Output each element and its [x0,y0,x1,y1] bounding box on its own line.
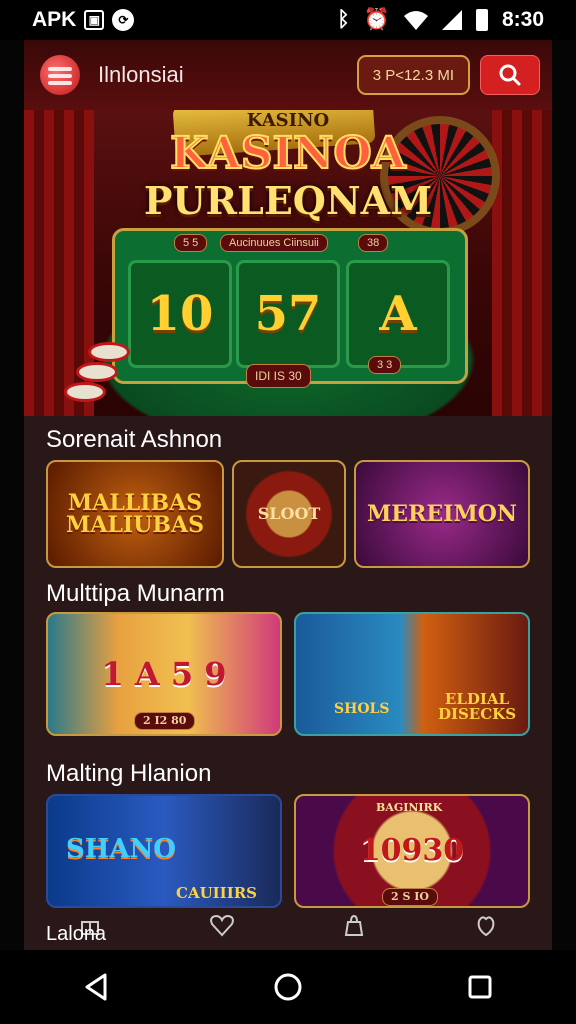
game-card-label: 10930 [359,833,465,868]
image-icon: ▣ [84,10,105,30]
game-card-roulette[interactable]: BAGINIRK 10930 2 S IO [294,794,530,908]
game-card-slots[interactable]: 1 A 5 9 2 I2 80 [46,612,282,736]
heart-icon [210,914,234,937]
game-card-label: MALLIBAS MALIUBAS [66,490,204,538]
hero-pill-left: 5 5 [174,234,208,252]
nav-shop[interactable] [324,905,384,945]
slot-card-1[interactable]: 10 [128,260,232,368]
bag-icon [344,914,364,936]
app-title: Ilnlonsiai [98,62,184,87]
casino-chip [64,382,106,402]
search-icon [499,64,521,86]
recents-icon [468,975,492,999]
game-card-label: SLOOT [257,504,321,523]
home-button[interactable] [258,957,318,1017]
status-time: 8:30 [501,8,544,31]
game-card-label: SHANO [66,834,176,864]
hero-small-pill: 3 3 [368,356,402,374]
status-app-label: APK [32,8,77,31]
wallet-icon [477,916,495,937]
status-left: APK ▣ ⟳ [32,8,135,32]
hero-play-button[interactable]: IDI IS 30 [246,364,311,388]
back-icon [85,973,107,1001]
alarm-icon: ⏰ [363,8,390,31]
casino-chip [88,342,130,362]
game-card-label: SHOLS [334,701,390,717]
app-logo[interactable] [40,55,80,95]
hero-title: KASINOA [169,127,407,180]
status-bar: APK ▣ ⟳ ᛒ ⏰ 8:30 [0,0,576,40]
bottom-nav-label: Lalona [46,923,107,945]
battery-icon [475,9,488,31]
game-card-label: MEREIMON [366,501,518,527]
game-card-shano[interactable]: SHANO CAUIIIRS [46,794,282,908]
recents-button[interactable] [450,957,510,1017]
slot-card-3[interactable]: A [346,260,450,368]
section-title-3: Malting Hlanion [46,760,212,787]
balance-badge[interactable]: 3 P<12.3 MI [356,55,470,95]
search-button[interactable] [480,55,540,95]
home-icon [274,973,302,1001]
casino-app: Ilnlonsiai 3 P<12.3 MI KASINO KASINOA PU… [24,40,552,950]
game-card-top-label: BAGINIRK [376,801,443,814]
hero-banner[interactable]: KASINO KASINOA PURLEQNAM 5 5 Aucinuues C… [24,110,552,416]
game-card-mereimon[interactable]: MEREIMON [354,460,530,568]
game-card-social-dusecks[interactable]: SHOLS ELDIAL DISECKS [294,612,530,736]
game-card-label-2: CAUIIIRS [176,884,258,902]
game-card-sloot[interactable]: SLOOT [232,460,346,568]
app-header: Ilnlonsiai 3 P<12.3 MI [24,40,552,110]
nav-favorites[interactable] [192,905,252,945]
casino-chip [76,362,118,382]
wifi-icon [403,11,428,30]
hero-pill-center: Aucinuues Ciinsuii [220,234,328,252]
android-nav-bar [0,950,576,1024]
game-card-label-2: ELDIAL DISECKS [437,690,517,723]
bluetooth-icon: ᛒ [337,8,350,31]
hero-subtitle: PURLEQNAM [143,178,433,223]
nav-wallet[interactable] [456,905,516,945]
status-right: ᛒ ⏰ 8:30 [337,8,544,32]
section-title-1: Sorenait Ashnon [46,426,223,453]
hero-pill-right: 38 [358,234,389,252]
section-title-2: Multtipa Munarm [46,580,225,607]
back-button[interactable] [66,957,126,1017]
signal-icon [441,10,462,30]
game-card-tag: 2 I2 80 [134,712,196,730]
game-card-label: 1 A 5 9 [101,655,227,693]
slot-card-2[interactable]: 57 [236,260,340,368]
game-card-malliubas[interactable]: MALLIBAS MALIUBAS [46,460,224,568]
link-icon: ⟳ [112,9,135,31]
